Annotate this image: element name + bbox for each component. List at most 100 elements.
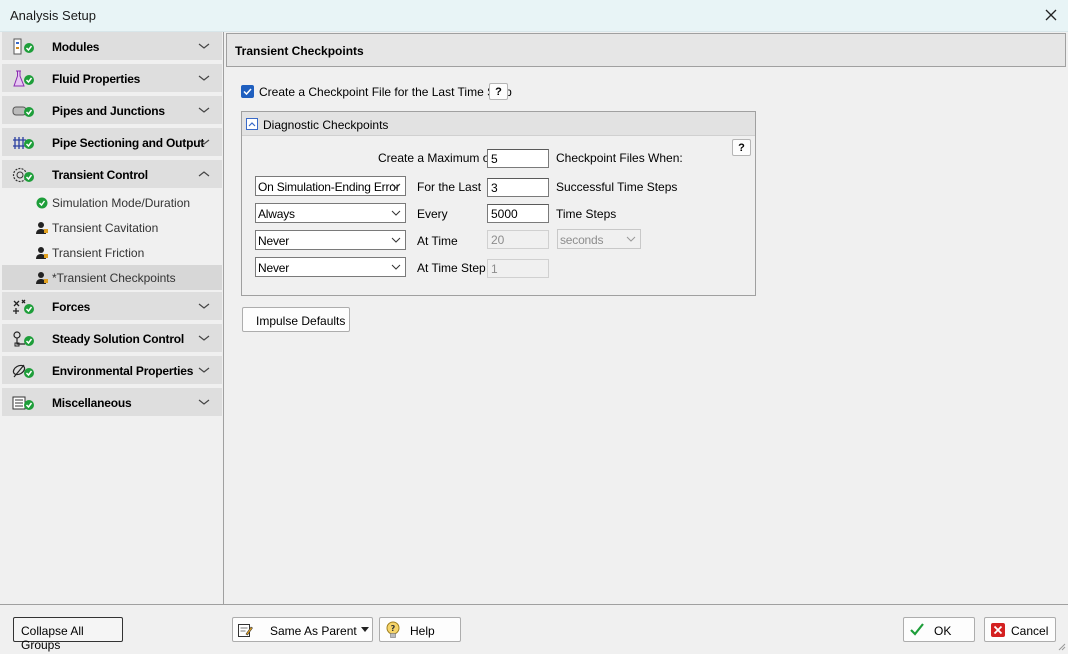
chevron-down-icon <box>391 237 401 243</box>
edit-document-icon <box>238 624 253 637</box>
sidebar-group-label: Forces <box>52 300 91 314</box>
steady-solution-icon <box>13 331 34 347</box>
chevron-down-icon <box>391 264 401 270</box>
last-step-checkbox[interactable] <box>241 85 254 98</box>
chevron-down-icon <box>198 43 210 49</box>
chevron-down-icon <box>198 75 210 81</box>
time-steps-label: Time Steps <box>556 207 617 221</box>
flask-icon <box>13 70 34 87</box>
help-button[interactable]: ? Help <box>379 617 461 642</box>
modules-icon <box>13 38 34 55</box>
trigger-select-3[interactable]: Never <box>255 230 406 250</box>
at-time-step-label: At Time Step <box>417 261 486 275</box>
sidebar-item-label: *Transient Checkpoints <box>52 271 176 285</box>
cancel-button[interactable]: Cancel <box>984 617 1056 642</box>
check-circle-icon <box>36 197 48 209</box>
max-files-input[interactable]: 5 <box>487 149 549 168</box>
same-as-parent-label: Same As Parent <box>270 624 357 638</box>
pipe-sectioning-icon <box>13 137 34 149</box>
diagnostic-help-button[interactable]: ? <box>732 139 751 156</box>
sidebar-group-miscellaneous[interactable]: Miscellaneous <box>2 388 222 418</box>
sidebar-group-label: Steady Solution Control <box>52 332 185 346</box>
sidebar-group-label: Fluid Properties <box>52 72 141 86</box>
checkmark-icon <box>243 88 252 96</box>
forces-icon <box>13 299 34 314</box>
sidebar-group-label: Pipes and Junctions <box>52 104 165 118</box>
chevron-down-icon <box>198 335 210 341</box>
impulse-defaults-button[interactable]: Impulse Defaults <box>242 307 350 332</box>
window-title: Analysis Setup <box>10 8 96 23</box>
sidebar-item-transient-cavitation[interactable]: Transient Cavitation <box>2 215 222 240</box>
chevron-down-icon <box>626 236 636 242</box>
help-label: Help <box>410 624 435 638</box>
chevron-down-icon <box>391 183 401 189</box>
dropdown-arrow-icon <box>361 627 369 632</box>
at-time-step-input[interactable]: 1 <box>487 259 549 278</box>
impulse-defaults-label: Impulse Defaults <box>256 314 346 328</box>
pipe-icon <box>12 106 34 117</box>
successful-steps-label: Successful Time Steps <box>556 180 678 194</box>
sidebar-group-label: Transient Control <box>52 168 148 182</box>
sidebar-group-label: Miscellaneous <box>52 396 132 410</box>
every-label: Every <box>417 207 448 221</box>
help-bulb-icon: ? <box>386 621 400 638</box>
sidebar-group-label: Pipe Sectioning and Output <box>52 136 205 150</box>
trigger-select-4[interactable]: Never <box>255 257 406 277</box>
checkmark-icon <box>910 623 924 636</box>
ok-button[interactable]: OK <box>903 617 975 642</box>
sidebar-group-label: Modules <box>52 40 100 54</box>
collapse-all-label: Collapse All Groups <box>21 624 84 652</box>
sidebar-group-environmental-properties[interactable]: Environmental Properties <box>2 356 222 386</box>
chevron-down-icon <box>198 367 210 373</box>
same-as-parent-dropdown[interactable]: Same As Parent <box>232 617 373 642</box>
at-time-input[interactable]: 20 <box>487 230 549 249</box>
resize-grip-icon[interactable] <box>1056 641 1066 651</box>
svg-text:?: ? <box>391 624 396 633</box>
sidebar-item-transient-checkpoints[interactable]: *Transient Checkpoints <box>2 265 222 290</box>
sidebar-item-simulation-mode[interactable]: Simulation Mode/Duration <box>2 190 222 215</box>
sidebar-group-forces[interactable]: Forces <box>2 292 222 322</box>
user-icon <box>36 247 48 259</box>
sidebar-group-modules[interactable]: Modules <box>2 32 222 62</box>
transient-control-icon <box>12 167 34 183</box>
sidebar-group-pipes-and-junctions[interactable]: Pipes and Junctions <box>2 96 222 126</box>
checkpoint-when-label: Checkpoint Files When: <box>556 151 683 165</box>
user-icon <box>36 272 48 284</box>
sidebar-group-pipe-sectioning[interactable]: Pipe Sectioning and Output <box>2 128 222 158</box>
last-step-checkbox-label[interactable]: Create a Checkpoint File for the Last Ti… <box>259 85 512 99</box>
chevron-down-icon <box>198 107 210 113</box>
environment-icon <box>12 364 34 378</box>
sidebar-item-label: Transient Cavitation <box>52 221 159 235</box>
every-steps-input[interactable]: 5000 <box>487 204 549 223</box>
panel-title: Transient Checkpoints <box>235 44 364 58</box>
trigger-select-1[interactable]: On Simulation-Ending Error <box>255 176 406 196</box>
sidebar-group-label: Environmental Properties <box>52 364 194 378</box>
miscellaneous-icon <box>12 396 34 410</box>
help-question-button[interactable]: ? <box>489 83 508 100</box>
at-time-label: At Time <box>417 234 458 248</box>
time-unit-select[interactable]: seconds <box>557 229 641 249</box>
title-bar <box>0 0 1068 32</box>
user-icon <box>36 222 48 234</box>
sidebar-item-label: Simulation Mode/Duration <box>52 196 191 210</box>
cancel-label: Cancel <box>1011 624 1049 638</box>
collapse-all-button[interactable]: Collapse All Groups <box>13 617 123 652</box>
diagnostic-checkpoints-title: Diagnostic Checkpoints <box>263 118 389 132</box>
close-icon <box>1045 9 1057 21</box>
sidebar-group-transient-control[interactable]: Transient Control <box>2 160 222 190</box>
max-files-label: Create a Maximum of <box>378 151 493 165</box>
last-steps-input[interactable]: 3 <box>487 178 549 197</box>
chevron-down-icon <box>198 399 210 405</box>
sidebar-item-label: Transient Friction <box>52 246 145 260</box>
chevron-up-icon <box>248 122 256 127</box>
chevron-down-icon <box>198 139 210 145</box>
sidebar-item-transient-friction[interactable]: Transient Friction <box>2 240 222 265</box>
trigger-select-2[interactable]: Always <box>255 203 406 223</box>
cancel-x-icon <box>991 623 1005 637</box>
ok-label: OK <box>934 624 952 638</box>
sidebar-group-steady-solution[interactable]: Steady Solution Control <box>2 324 222 354</box>
collapse-button[interactable] <box>246 118 258 130</box>
chevron-up-icon <box>198 171 210 177</box>
sidebar-group-fluid-properties[interactable]: Fluid Properties <box>2 64 222 94</box>
close-button[interactable] <box>1040 4 1062 26</box>
